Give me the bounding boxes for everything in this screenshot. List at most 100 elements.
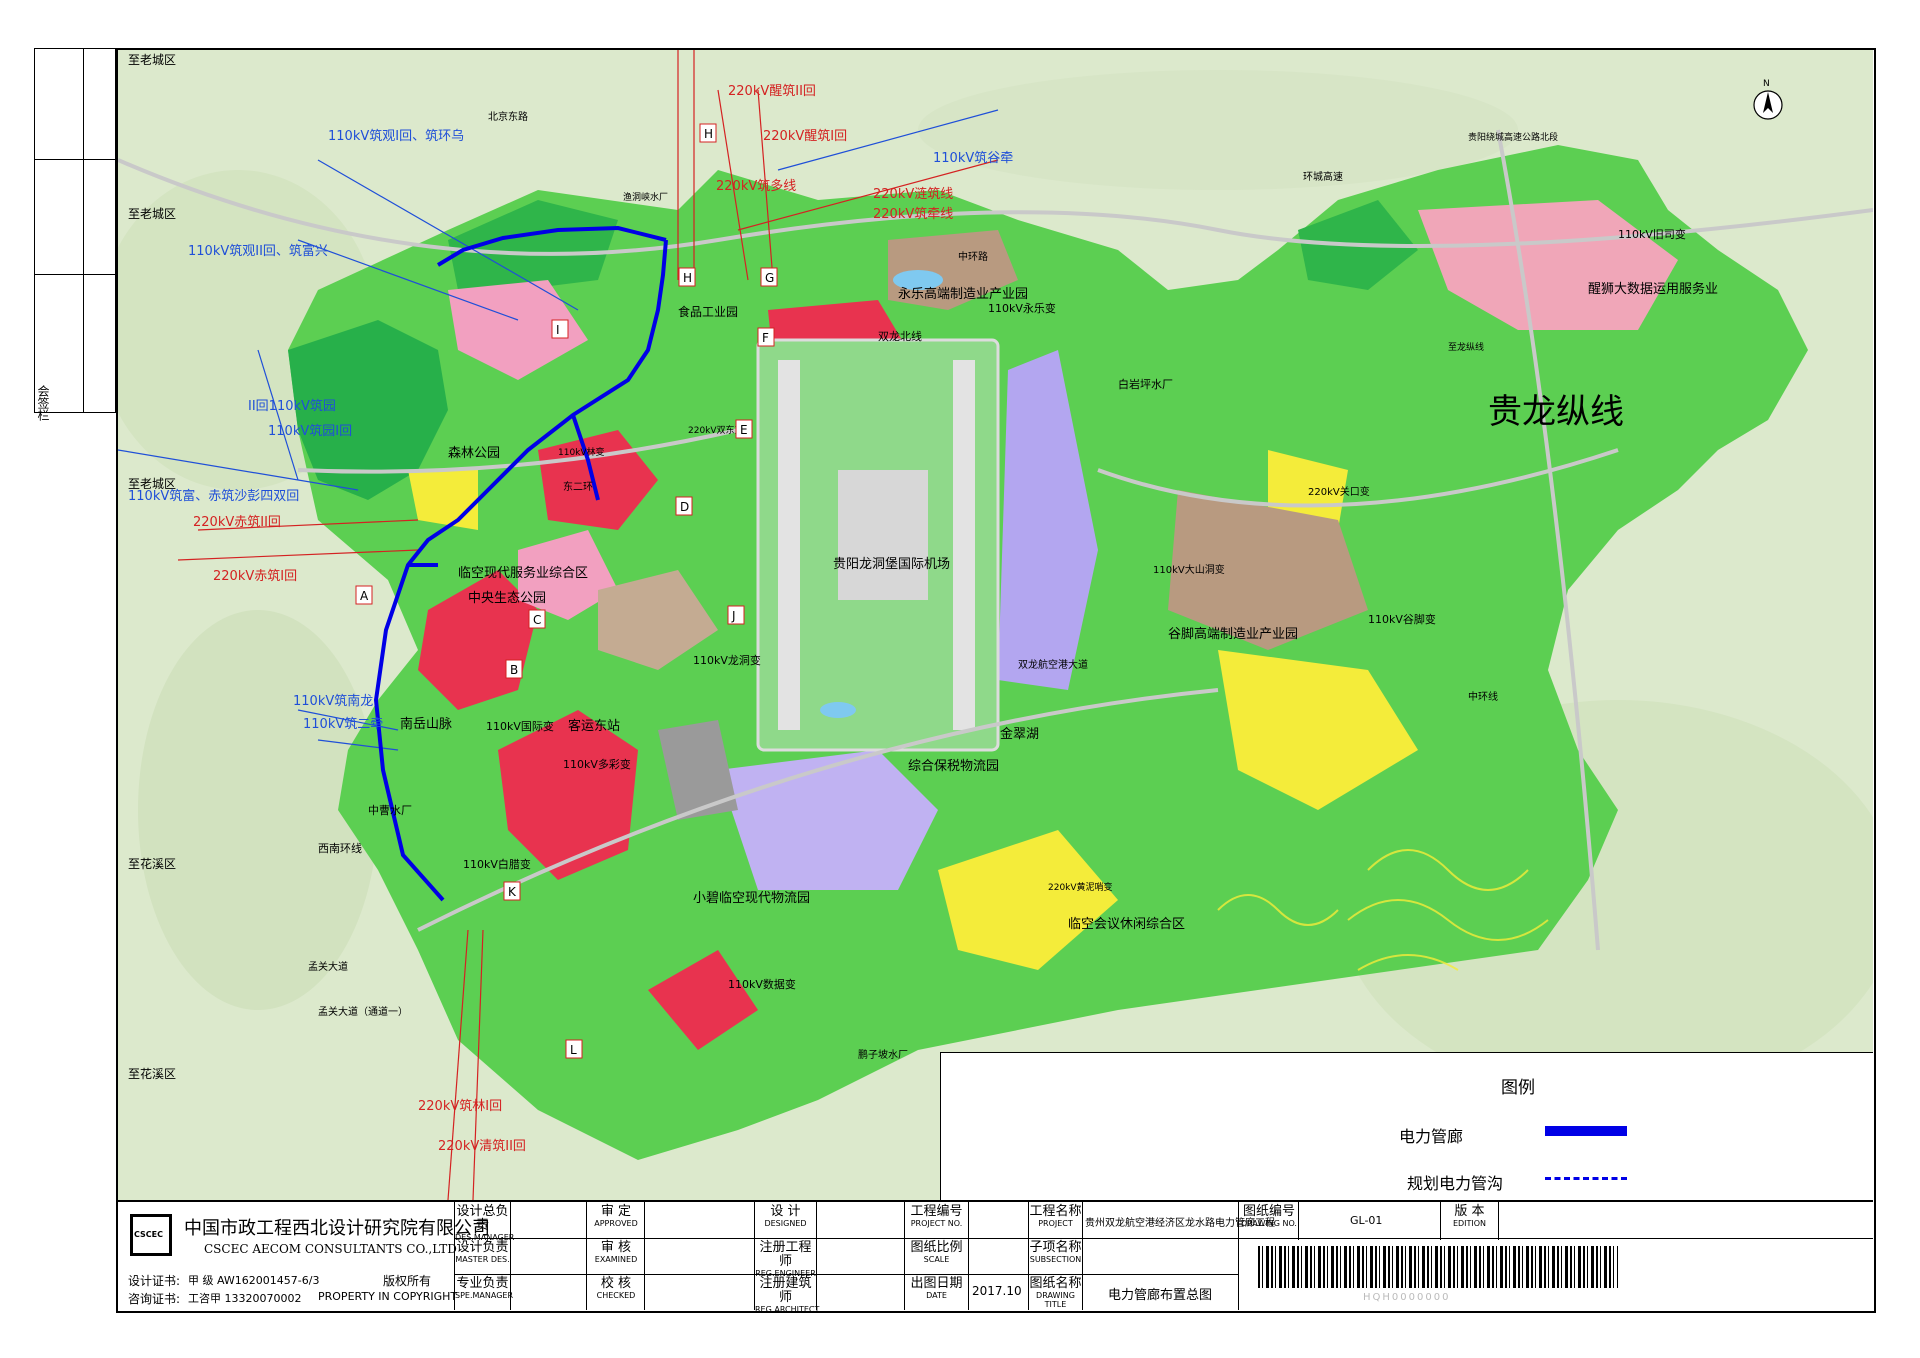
node-j: J: [727, 605, 745, 625]
line-label-red: 220kV醒筑I回: [763, 128, 847, 144]
role-designed: 设 计 DESIGNED: [764, 1204, 807, 1229]
line-label-red: 220kV赤筑II回: [193, 514, 281, 530]
svg-text:J: J: [731, 609, 736, 623]
place-label: 永乐高端制造业产业园: [898, 286, 1028, 302]
line-label-blue: 110kV筑富、赤筑沙彭四双回: [128, 488, 299, 504]
line-label-blue: 110kV筑观I回、筑环乌: [328, 128, 464, 144]
svg-text:C: C: [533, 613, 541, 627]
place-label: 中央生态公园: [468, 591, 546, 606]
place-label: 西南环线: [318, 841, 362, 855]
place-label: 贵阳绕城高速公路北段: [1468, 131, 1558, 143]
countersign-box: [34, 48, 116, 413]
line-label-blue: 110kV筑谷牵: [933, 150, 1013, 166]
logo-text: CSCEC: [134, 1230, 163, 1239]
north-arrow-icon: [1753, 90, 1783, 120]
place-label: 至老城区: [128, 207, 176, 221]
drawing-frame: N 贵龙纵线 至老城区 至老城区 至老城区 至花溪区 至花溪区 森林公园 临空现…: [116, 48, 1876, 1313]
place-label: 中环线: [1468, 690, 1498, 703]
place-label: 临空会议休闲综合区: [1068, 917, 1185, 932]
map-shape: [551, 319, 569, 339]
node-d: D: [675, 496, 693, 516]
line-label-red: 220kV醒筑II回: [728, 83, 816, 99]
legend-title: 图例: [1501, 1078, 1535, 1098]
place-label: 鹏子坡水厂: [858, 1048, 908, 1061]
place-label: 110kV林变: [558, 446, 605, 458]
runway-2: [953, 360, 975, 730]
drawing-no: GL-01: [1350, 1214, 1383, 1227]
copyright-en: PROPERTY IN COPYRIGHT: [318, 1290, 458, 1303]
place-label: 110kV龙洞变: [693, 653, 761, 667]
label-edition: 版 本 EDITION: [1452, 1204, 1487, 1229]
role-checked: 校 核 CHECKED: [596, 1276, 636, 1301]
legend-item-label: 电力管廊: [1399, 1127, 1464, 1146]
place-label: 中环路: [958, 250, 988, 263]
svg-text:H: H: [683, 271, 692, 285]
svg-text:E: E: [740, 423, 748, 437]
place-label: 110kV白腊变: [463, 857, 531, 871]
place-label: 110kV多彩变: [563, 757, 631, 771]
node-k: K: [503, 881, 521, 901]
svg-text:B: B: [510, 663, 518, 677]
drawing-sheet: 会签栏 N 贵龙纵线 至老城区 至老城区 至老城区 至花溪区 至花溪区 森林公园…: [0, 0, 1920, 1358]
place-label: 至老城区: [128, 53, 176, 67]
legend-swatch-dashdot: [1545, 1177, 1627, 1180]
legend-item-label: 规划电力管沟: [1407, 1174, 1504, 1193]
place-label: 白岩坪水厂: [1118, 377, 1173, 391]
place-label: 双龙航空港大道: [1018, 658, 1088, 671]
title-block: CSCEC 中国市政工程西北设计研究院有限公司 CSCEC AECOM CONS…: [118, 1200, 1873, 1313]
place-label: 贵阳龙洞堡国际机场: [833, 556, 950, 572]
label-project-no: 工程编号 PROJECT NO.: [910, 1204, 963, 1229]
node-g: G: [760, 267, 778, 287]
map-main-title: 贵龙纵线: [1488, 392, 1624, 432]
place-label: 临空现代服务业综合区: [458, 565, 588, 581]
node-h2: H: [678, 267, 696, 287]
place-label: 110kV永乐变: [988, 301, 1056, 315]
svg-text:F: F: [762, 331, 769, 345]
node-b: B: [505, 659, 523, 679]
line-label-red: 220kV清筑II回: [438, 1138, 526, 1154]
place-label: 220kV关口变: [1308, 485, 1370, 498]
place-label: 至花溪区: [128, 856, 176, 871]
place-label: 至花溪区: [128, 1066, 176, 1081]
line-label-red: 220kV筑牵线: [873, 206, 953, 222]
svg-text:A: A: [360, 589, 369, 603]
svg-text:K: K: [508, 885, 517, 899]
place-label: 中曹水厂: [368, 804, 412, 817]
copyright-cn: 版权所有: [383, 1274, 432, 1288]
north-label: N: [1763, 79, 1770, 89]
line-label-red: 220kV赤筑I回: [213, 568, 297, 584]
svg-text:I: I: [556, 323, 560, 337]
line-label-red: 220kV筑多线: [716, 178, 796, 194]
drawing-title: 电力管廊布置总图: [1108, 1288, 1213, 1303]
company-name-en: CSCEC AECOM CONSULTANTS CO.,LTD: [204, 1242, 457, 1256]
legend-box: 图例 电力管廊 规划电力管沟: [940, 1052, 1873, 1202]
node-c: C: [528, 609, 546, 629]
role-reg-engineer: 注册工程师 REG.ENGINEER: [755, 1240, 816, 1279]
label-project: 工程名称 PROJECT: [1029, 1204, 1082, 1229]
line-label-red: 220kV涟筑线: [873, 186, 953, 202]
node-h1: H: [699, 123, 717, 143]
svg-text:D: D: [680, 500, 689, 514]
line-label-blue: 110kV筑观II回、筑富兴: [188, 243, 328, 259]
place-label: 综合保税物流园: [908, 759, 999, 774]
map-canvas: N 贵龙纵线 至老城区 至老城区 至老城区 至花溪区 至花溪区 森林公园 临空现…: [118, 50, 1873, 1200]
svg-text:L: L: [570, 1043, 577, 1057]
node-a: A: [355, 585, 373, 605]
place-label: 客运东站: [568, 718, 620, 734]
node-e: E: [735, 419, 753, 439]
line-label-blue: 110kV筑园I回: [268, 423, 352, 439]
node-f: F: [757, 327, 775, 347]
role-reg-architect: 注册建筑师 REG.ARCHITECT: [755, 1276, 820, 1313]
place-label: 110kV数据变: [728, 977, 796, 991]
role-spe-manager: 专业负责 SPE.MANAGER: [455, 1276, 514, 1301]
place-label: 东二环: [563, 480, 593, 493]
role-master-des: 设计负责 MASTER DES.: [455, 1240, 510, 1265]
terminal: [838, 470, 928, 600]
runway-1: [778, 360, 800, 730]
svg-text:G: G: [765, 271, 774, 285]
label-scale: 图纸比例 SCALE: [910, 1240, 963, 1265]
cert-value-2: 工咨甲 13320070002: [188, 1292, 302, 1305]
map-shape: [918, 70, 1518, 190]
countersign-label: 会签栏: [36, 385, 50, 421]
legend-swatch-solid: [1545, 1126, 1627, 1136]
